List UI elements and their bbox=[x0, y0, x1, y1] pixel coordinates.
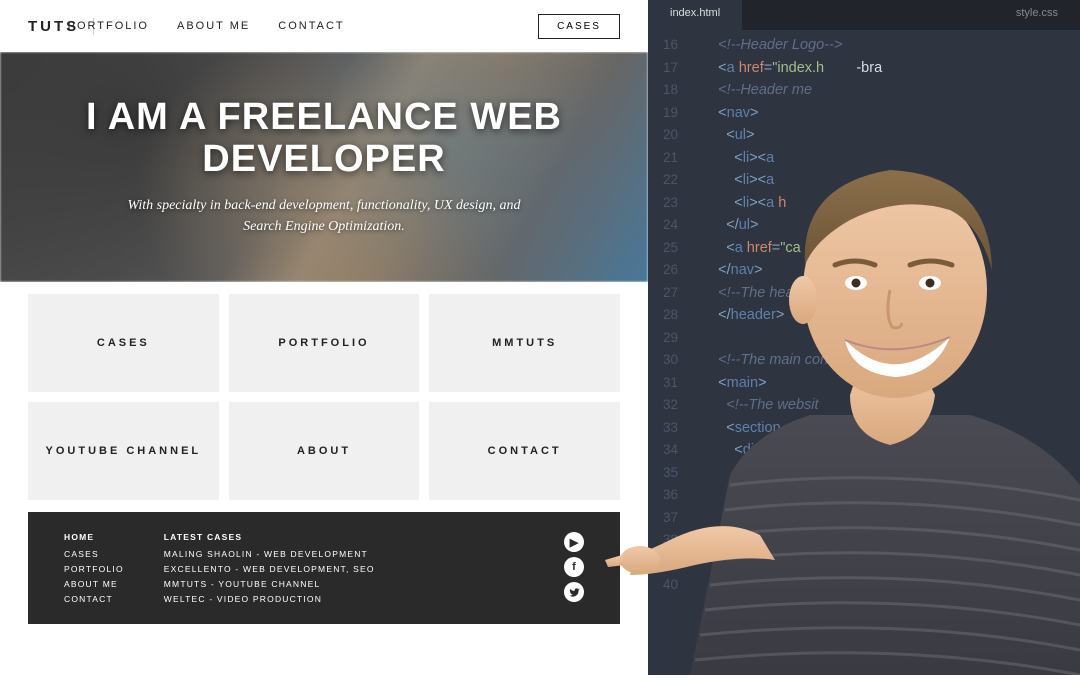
nav-link[interactable]: PORTFOLIO bbox=[68, 20, 149, 32]
footer-cases-col: LATEST CASES MALING SHAOLIN - WEB DEVELO… bbox=[164, 532, 375, 604]
footer-link[interactable]: HOME bbox=[64, 532, 124, 542]
editor-tab-active[interactable]: index.html bbox=[648, 0, 742, 30]
card[interactable]: YOUTUBE CHANNEL bbox=[28, 402, 219, 500]
footer-link[interactable]: CASES bbox=[64, 549, 124, 559]
cases-button[interactable]: CASES bbox=[538, 14, 620, 39]
footer-link[interactable]: ABOUT ME bbox=[64, 579, 124, 589]
editor-tab[interactable]: style.css bbox=[994, 0, 1080, 30]
nav-links: PORTFOLIO ABOUT ME CONTACT bbox=[68, 20, 345, 32]
footer-link[interactable]: CONTACT bbox=[64, 594, 124, 604]
code-editor: index.html style.css 16 <!--Header Logo-… bbox=[648, 0, 1080, 675]
code-area[interactable]: 16 <!--Header Logo-->17 <a href="index.h… bbox=[648, 30, 1080, 601]
twitter-icon[interactable] bbox=[564, 582, 584, 602]
social-icons: ▶ f bbox=[564, 532, 584, 604]
card[interactable]: CONTACT bbox=[429, 402, 620, 500]
footer-heading: LATEST CASES bbox=[164, 532, 375, 542]
card[interactable]: MMTUTS bbox=[429, 294, 620, 392]
hero-section: I AM A FREELANCE WEB DEVELOPER With spec… bbox=[0, 52, 648, 282]
nav-link[interactable]: ABOUT ME bbox=[177, 20, 250, 32]
site-header: TUTS PORTFOLIO ABOUT ME CONTACT CASES bbox=[0, 0, 648, 52]
website-preview: TUTS PORTFOLIO ABOUT ME CONTACT CASES I … bbox=[0, 0, 648, 675]
site-footer: HOME CASES PORTFOLIO ABOUT ME CONTACT LA… bbox=[28, 512, 620, 624]
card[interactable]: ABOUT bbox=[229, 402, 420, 500]
card-grid: CASES PORTFOLIO MMTUTS YOUTUBE CHANNEL A… bbox=[0, 282, 648, 512]
footer-case[interactable]: MMTUTS - YOUTUBE CHANNEL bbox=[164, 579, 375, 589]
footer-link[interactable]: PORTFOLIO bbox=[64, 564, 124, 574]
footer-nav-col: HOME CASES PORTFOLIO ABOUT ME CONTACT bbox=[64, 532, 124, 604]
hero-title: I AM A FREELANCE WEB DEVELOPER bbox=[40, 97, 608, 181]
footer-case[interactable]: EXCELLENTO - WEB DEVELOPMENT, SEO bbox=[164, 564, 375, 574]
card[interactable]: PORTFOLIO bbox=[229, 294, 420, 392]
hero-subtitle: With specialty in back-end development, … bbox=[114, 195, 534, 237]
youtube-icon[interactable]: ▶ bbox=[564, 532, 584, 552]
card[interactable]: CASES bbox=[28, 294, 219, 392]
editor-tabs: index.html style.css bbox=[648, 0, 1080, 30]
footer-case[interactable]: WELTEC - VIDEO PRODUCTION bbox=[164, 594, 375, 604]
facebook-icon[interactable]: f bbox=[564, 557, 584, 577]
nav-link[interactable]: CONTACT bbox=[278, 20, 344, 32]
footer-case[interactable]: MALING SHAOLIN - WEB DEVELOPMENT bbox=[164, 549, 375, 559]
